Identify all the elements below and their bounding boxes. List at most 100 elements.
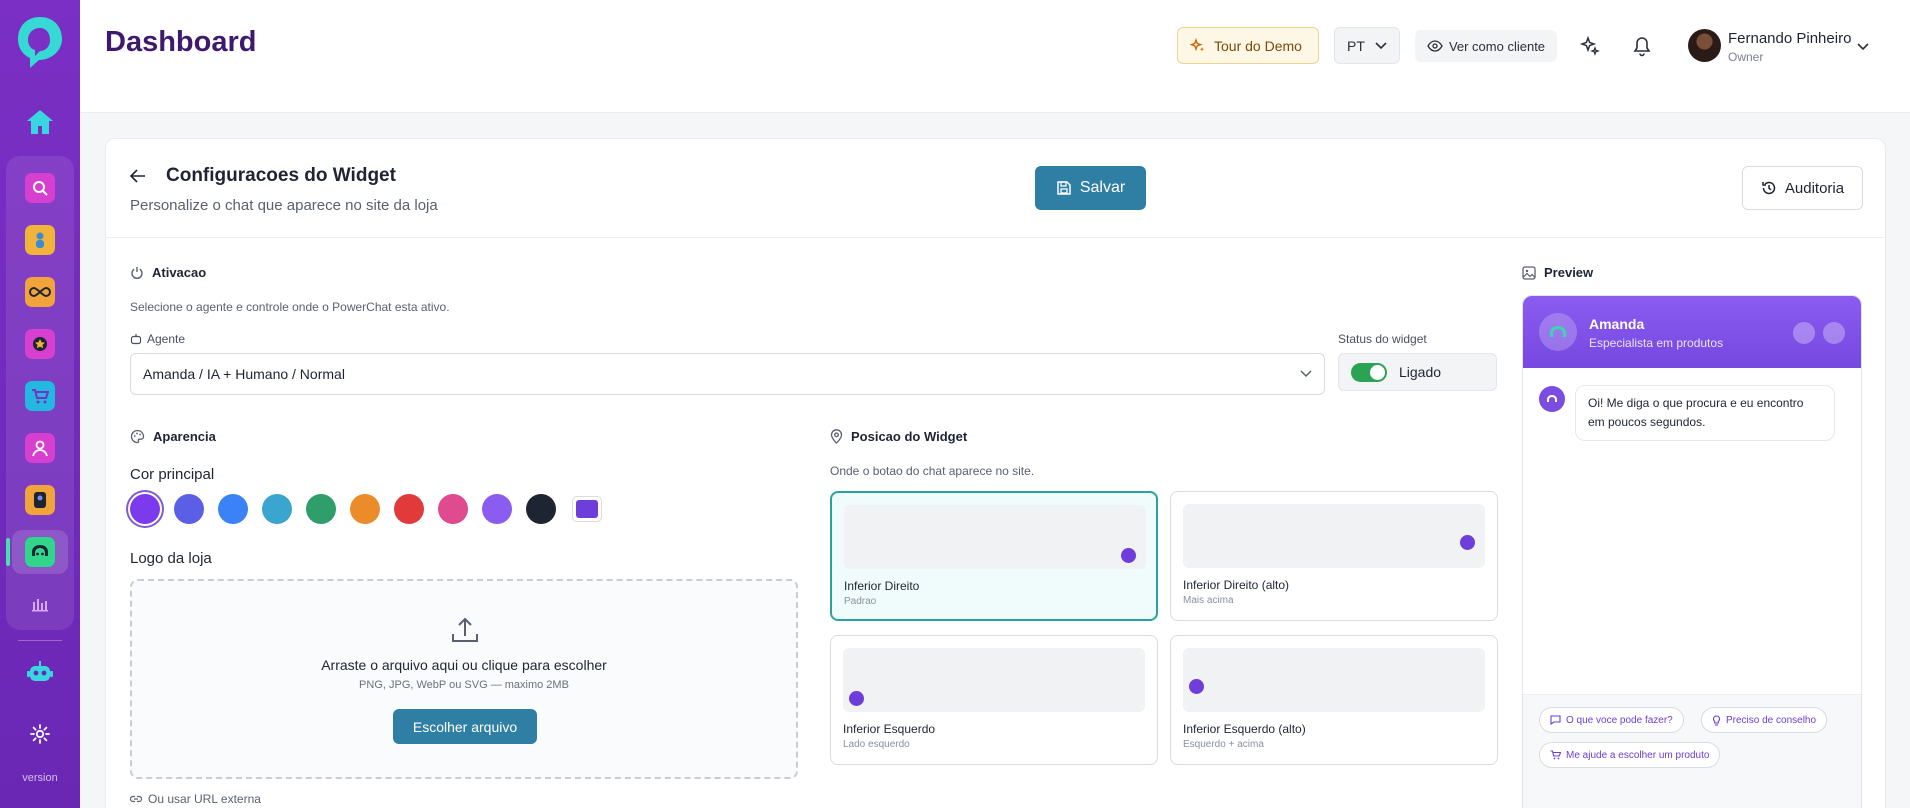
back-arrow-icon[interactable] [129,169,146,188]
position-sub: Lado esquerdo [843,739,910,750]
color-swatch[interactable] [350,494,380,524]
custom-color-picker[interactable] [572,496,602,522]
chevron-down-icon [1375,41,1387,49]
color-swatch[interactable] [526,494,556,524]
card-divider [106,237,1885,238]
agent-avatar-icon [1539,313,1577,351]
widget-settings-card: Configuracoes do Widget Personalize o ch… [105,138,1886,808]
choose-file-button[interactable]: Escolher arquivo [393,709,537,744]
agent-select-value: Amanda / IA + Humano / Normal [143,366,345,382]
quick-reply-chip[interactable]: O que voce pode fazer? [1539,707,1684,733]
status-toggle[interactable] [1351,362,1387,382]
palette-icon [130,429,145,444]
color-swatch[interactable] [306,494,336,524]
nav-apps-group [6,156,74,630]
quick-reply-label: Preciso de conselho [1726,714,1817,726]
header-action-icon[interactable] [1793,322,1815,344]
sparkle-icon [1190,37,1205,51]
quick-reply-label: Me ajude a escolher um produto [1566,749,1710,761]
save-label: Salvar [1079,179,1126,196]
tour-demo-button[interactable]: Tour do Demo [1177,27,1319,64]
position-option-bottom-right-high[interactable]: Inferior Direito (alto) Mais acima [1170,491,1498,621]
sidebar: version [0,0,80,808]
widget-dot [1189,679,1204,694]
save-disk-icon [1057,181,1071,195]
app-logo[interactable] [14,14,66,72]
external-url-label: Ou usar URL externa [148,792,261,806]
status-toggle-box[interactable]: Ligado [1338,353,1497,391]
position-option-bottom-right[interactable]: Inferior Direito Padrao [830,491,1158,621]
quick-reply-label: O que voce pode fazer? [1566,714,1673,726]
nav-badge-app[interactable] [12,478,68,522]
color-swatch[interactable] [218,494,248,524]
language-select[interactable]: PT [1334,27,1400,64]
activation-heading: Ativacao [130,265,206,280]
position-option-bottom-left-high[interactable]: Inferior Esquerdo (alto) Esquerdo + acim… [1170,635,1498,765]
position-preview [843,648,1145,712]
position-preview [844,505,1146,569]
nav-analytics-app[interactable] [12,582,68,626]
chevron-down-icon [1300,370,1312,378]
user-name[interactable]: Fernando Pinheiro [1728,30,1851,47]
color-swatch[interactable] [174,494,204,524]
quick-reply-chip[interactable]: Me ajude a escolher um produto [1539,742,1721,768]
tour-demo-label: Tour do Demo [1214,37,1302,54]
status-value: Ligado [1399,364,1442,380]
audit-label: Auditoria [1784,179,1845,197]
nav-user-app[interactable] [12,218,68,262]
external-url-link[interactable]: Ou usar URL externa [130,792,261,806]
view-as-client-label: Ver como cliente [1448,38,1546,54]
nav-star-app[interactable] [12,322,68,366]
robot-icon[interactable] [20,654,60,690]
app-version: version [22,772,58,784]
map-pin-icon [830,429,843,444]
save-button[interactable]: Salvar [1035,166,1146,210]
quick-replies: O que voce pode fazer? Preciso de consel… [1523,694,1861,808]
audit-button[interactable]: Auditoria [1742,166,1863,210]
chat-bubble-icon [1550,715,1561,725]
position-sub: Mais acima [1183,595,1234,606]
user-role: Owner [1728,50,1764,64]
notification-bell-icon[interactable] [1628,32,1656,60]
nav-search-app[interactable] [12,166,68,210]
header-close-icon[interactable] [1823,322,1845,344]
nav-cart-app[interactable] [12,374,68,418]
user-menu-chevron-icon[interactable] [1857,38,1869,56]
star-badge-icon [25,329,55,359]
topbar: Dashboard Tour do Demo PT Ver como clien… [80,0,1910,113]
position-option-bottom-left[interactable]: Inferior Esquerdo Lado esquerdo [830,635,1158,765]
upload-icon [450,615,480,650]
view-as-client-button[interactable]: Ver como cliente [1415,30,1557,62]
color-swatch[interactable] [130,494,160,524]
position-name: Inferior Esquerdo [843,722,936,736]
status-label: Status do widget [1338,332,1427,346]
ai-sparkle-icon[interactable] [1576,32,1604,60]
chat-robot-icon [25,537,55,567]
bot-message: Oi! Me diga o que procura e eu encontro … [1575,385,1835,441]
language-value: PT [1347,37,1365,54]
color-label: Cor principal [130,466,215,483]
color-swatch[interactable] [482,494,512,524]
color-swatch[interactable] [438,494,468,524]
bot-avatar-icon [1539,386,1565,412]
link-icon [130,795,142,803]
user-avatar[interactable] [1688,29,1721,62]
nav-person-app[interactable] [12,426,68,470]
nav-home-icon[interactable] [20,104,60,140]
nav-powerchat-app[interactable] [6,530,68,574]
quick-reply-chip[interactable]: Preciso de conselho [1701,707,1828,733]
chat-preview: Amanda Especialista em produtos Oi! Me d… [1522,295,1862,808]
color-swatch[interactable] [262,494,292,524]
logo-upload-dropzone[interactable]: Arraste o arquivo aqui ou clique para es… [130,579,798,779]
position-preview [1183,504,1485,568]
color-swatch[interactable] [394,494,424,524]
image-icon [1522,265,1536,280]
settings-gear-icon[interactable] [20,716,60,752]
agent-label-text: Agente [147,332,186,346]
appearance-title: Aparencia [153,429,216,444]
agent-select[interactable]: Amanda / IA + Humano / Normal [130,353,1325,395]
widget-dot [1460,535,1475,550]
nav-infinity-app[interactable] [12,270,68,314]
position-name: Inferior Esquerdo (alto) [1183,722,1306,736]
position-desc: Onde o botao do chat aparece no site. [830,464,1035,478]
